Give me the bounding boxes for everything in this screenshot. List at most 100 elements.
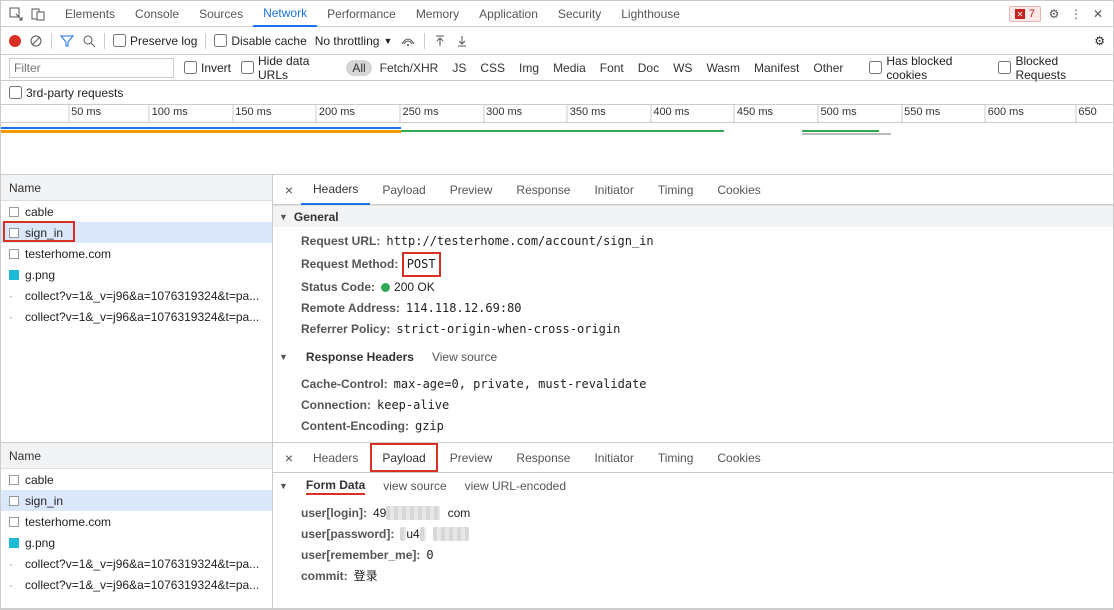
view-source-link[interactable]: View source bbox=[432, 350, 497, 364]
tab-network[interactable]: Network bbox=[253, 1, 317, 27]
timeline-overview[interactable] bbox=[1, 123, 1113, 175]
type-manifest[interactable]: Manifest bbox=[748, 60, 805, 76]
request-row[interactable]: sign_in bbox=[1, 222, 272, 243]
subtab-headers[interactable]: Headers bbox=[301, 443, 370, 472]
search-icon[interactable] bbox=[82, 34, 96, 48]
blocked-requests-checkbox[interactable]: Blocked Requests bbox=[998, 54, 1105, 82]
request-row[interactable]: cable bbox=[1, 469, 272, 490]
preserve-log-checkbox[interactable]: Preserve log bbox=[113, 34, 197, 48]
clear-icon[interactable] bbox=[29, 34, 43, 48]
type-ws[interactable]: WS bbox=[667, 60, 698, 76]
subtab-payload[interactable]: Payload bbox=[370, 443, 437, 472]
type-css[interactable]: CSS bbox=[474, 60, 511, 76]
tab-memory[interactable]: Memory bbox=[406, 1, 469, 26]
subtab-cookies[interactable]: Cookies bbox=[705, 175, 772, 204]
tab-application[interactable]: Application bbox=[469, 1, 548, 26]
bullet-icon: · bbox=[9, 289, 19, 303]
status-code-value: 200 OK bbox=[394, 280, 435, 294]
tab-lighthouse[interactable]: Lighthouse bbox=[611, 1, 690, 26]
view-source-link[interactable]: view source bbox=[383, 479, 446, 493]
subtab-preview[interactable]: Preview bbox=[438, 443, 505, 472]
general-section-header[interactable]: ▼General bbox=[273, 205, 1113, 227]
type-media[interactable]: Media bbox=[547, 60, 592, 76]
request-row[interactable]: testerhome.com bbox=[1, 511, 272, 532]
network-conditions-icon[interactable] bbox=[400, 34, 416, 48]
subtab-initiator[interactable]: Initiator bbox=[582, 175, 645, 204]
type-font[interactable]: Font bbox=[594, 60, 630, 76]
device-toggle-icon[interactable] bbox=[29, 5, 47, 23]
subtab-timing[interactable]: Timing bbox=[646, 175, 706, 204]
request-row[interactable]: sign_in bbox=[1, 490, 272, 511]
name-column-header[interactable]: Name bbox=[1, 443, 272, 469]
type-wasm[interactable]: Wasm bbox=[700, 60, 746, 76]
third-party-row: 3rd-party requests bbox=[1, 81, 1113, 105]
disable-cache-checkbox[interactable]: Disable cache bbox=[214, 34, 306, 48]
close-details-icon[interactable]: × bbox=[277, 182, 301, 198]
inspect-icon[interactable] bbox=[7, 5, 25, 23]
request-name: cable bbox=[25, 473, 54, 487]
third-party-checkbox[interactable]: 3rd-party requests bbox=[9, 86, 123, 100]
hide-data-urls-checkbox[interactable]: Hide data URLs bbox=[241, 54, 336, 82]
tab-elements[interactable]: Elements bbox=[55, 1, 125, 26]
commit-value: 登录 bbox=[348, 569, 378, 583]
bullet-icon: · bbox=[9, 557, 19, 571]
tick: 300 ms bbox=[483, 105, 522, 123]
gear-icon[interactable]: ⚙ bbox=[1045, 5, 1063, 23]
type-all[interactable]: All bbox=[346, 60, 371, 76]
type-doc[interactable]: Doc bbox=[632, 60, 665, 76]
name-column-header[interactable]: Name bbox=[1, 175, 272, 201]
request-method-value: POST bbox=[402, 252, 441, 277]
throttling-select[interactable]: No throttling ▼ bbox=[315, 34, 393, 48]
image-icon bbox=[9, 538, 19, 548]
subtab-response[interactable]: Response bbox=[504, 175, 582, 204]
request-row[interactable]: g.png bbox=[1, 532, 272, 553]
subtab-headers[interactable]: Headers bbox=[301, 176, 370, 205]
tab-security[interactable]: Security bbox=[548, 1, 611, 26]
subtab-preview[interactable]: Preview bbox=[438, 175, 505, 204]
request-row[interactable]: ·collect?v=1&_v=j96&a=1076319324&t=pa... bbox=[1, 285, 272, 306]
request-row[interactable]: ·collect?v=1&_v=j96&a=1076319324&t=pa... bbox=[1, 553, 272, 574]
invert-checkbox[interactable]: Invert bbox=[184, 61, 231, 75]
blocked-cookies-checkbox[interactable]: Has blocked cookies bbox=[869, 54, 988, 82]
request-row[interactable]: cable bbox=[1, 201, 272, 222]
commit-label: commit: bbox=[301, 569, 348, 583]
kebab-icon[interactable]: ⋮ bbox=[1067, 5, 1085, 23]
timeline-ruler[interactable]: 50 ms100 ms150 ms200 ms250 ms300 ms350 m… bbox=[1, 105, 1113, 123]
file-icon bbox=[9, 496, 19, 506]
tab-console[interactable]: Console bbox=[125, 1, 189, 26]
response-headers-section[interactable]: ▼Response HeadersView source bbox=[273, 344, 1113, 370]
download-har-icon[interactable] bbox=[455, 34, 469, 48]
upload-har-icon[interactable] bbox=[433, 34, 447, 48]
type-fetch-xhr[interactable]: Fetch/XHR bbox=[374, 60, 445, 76]
subtab-payload[interactable]: Payload bbox=[370, 175, 437, 204]
settings-gear-icon[interactable]: ⚙ bbox=[1094, 34, 1105, 48]
close-icon[interactable]: ✕ bbox=[1089, 5, 1107, 23]
tick: 650 ms bbox=[1075, 105, 1100, 123]
tab-sources[interactable]: Sources bbox=[189, 1, 253, 26]
referrer-policy-label: Referrer Policy: bbox=[301, 322, 390, 336]
tick: 550 ms bbox=[901, 105, 940, 123]
view-url-encoded-link[interactable]: view URL-encoded bbox=[465, 479, 566, 493]
error-badge[interactable]: ✕7 bbox=[1009, 6, 1041, 22]
subtab-cookies[interactable]: Cookies bbox=[705, 443, 772, 472]
request-name: testerhome.com bbox=[25, 247, 111, 261]
tab-performance[interactable]: Performance bbox=[317, 1, 406, 26]
request-row[interactable]: ·collect?v=1&_v=j96&a=1076319324&t=pa... bbox=[1, 574, 272, 595]
type-other[interactable]: Other bbox=[807, 60, 849, 76]
request-row[interactable]: g.png bbox=[1, 264, 272, 285]
filter-icon[interactable] bbox=[60, 34, 74, 48]
network-toolbar: Preserve log Disable cache No throttling… bbox=[1, 27, 1113, 55]
request-row[interactable]: ·collect?v=1&_v=j96&a=1076319324&t=pa... bbox=[1, 306, 272, 327]
subtab-timing[interactable]: Timing bbox=[646, 443, 706, 472]
filter-input[interactable] bbox=[9, 58, 174, 78]
request-row[interactable]: testerhome.com bbox=[1, 243, 272, 264]
type-js[interactable]: JS bbox=[446, 60, 472, 76]
record-button[interactable] bbox=[9, 35, 21, 47]
form-data-section[interactable]: ▼Form Dataview sourceview URL-encoded bbox=[273, 473, 1113, 499]
subtab-response[interactable]: Response bbox=[504, 443, 582, 472]
tick: 50 ms bbox=[68, 105, 101, 123]
file-icon bbox=[9, 517, 19, 527]
type-img[interactable]: Img bbox=[513, 60, 545, 76]
close-details-icon[interactable]: × bbox=[277, 450, 301, 466]
subtab-initiator[interactable]: Initiator bbox=[582, 443, 645, 472]
